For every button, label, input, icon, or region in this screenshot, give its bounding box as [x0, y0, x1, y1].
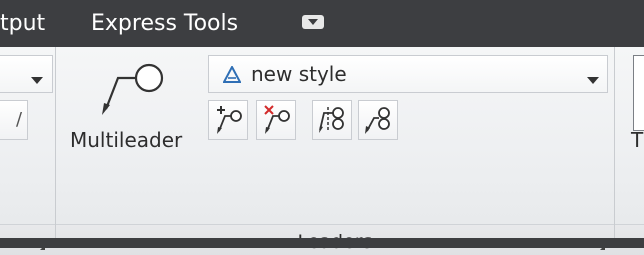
multileader-style-value: new style: [251, 62, 347, 86]
remove-leader-icon: [260, 104, 292, 140]
multileader-icon: [98, 59, 168, 123]
align-leaders-button[interactable]: [312, 100, 352, 140]
table-button-partial[interactable]: [633, 55, 644, 131]
menubar: tput Express Tools: [0, 0, 644, 47]
collect-leaders-button[interactable]: [358, 100, 398, 140]
left-panel-button[interactable]: /: [0, 100, 28, 140]
multileader-style-dropdown[interactable]: new style: [208, 55, 608, 93]
panel-separator: [614, 224, 615, 238]
multileader-label: Multileader: [70, 128, 183, 152]
chevron-down-icon: [587, 70, 599, 89]
add-leader-icon: [212, 104, 244, 140]
left-partial-label: /: [16, 109, 23, 130]
left-panel-combo[interactable]: [0, 55, 53, 93]
collect-leaders-icon: [362, 104, 394, 140]
panel-separator: [55, 47, 56, 233]
panel-separator: [614, 47, 615, 233]
add-leader-button[interactable]: [208, 100, 248, 140]
menu-item-output[interactable]: tput: [0, 0, 45, 47]
remove-leader-button[interactable]: [256, 100, 296, 140]
bottom-bar: [0, 238, 644, 248]
align-leaders-icon: [316, 104, 348, 140]
workspace-toggle-icon[interactable]: [302, 14, 324, 30]
right-partial-label: T: [631, 128, 644, 152]
leader-style-icon: [222, 64, 242, 87]
chevron-down-icon: [31, 70, 43, 89]
menu-item-express-tools[interactable]: Express Tools: [91, 0, 238, 47]
